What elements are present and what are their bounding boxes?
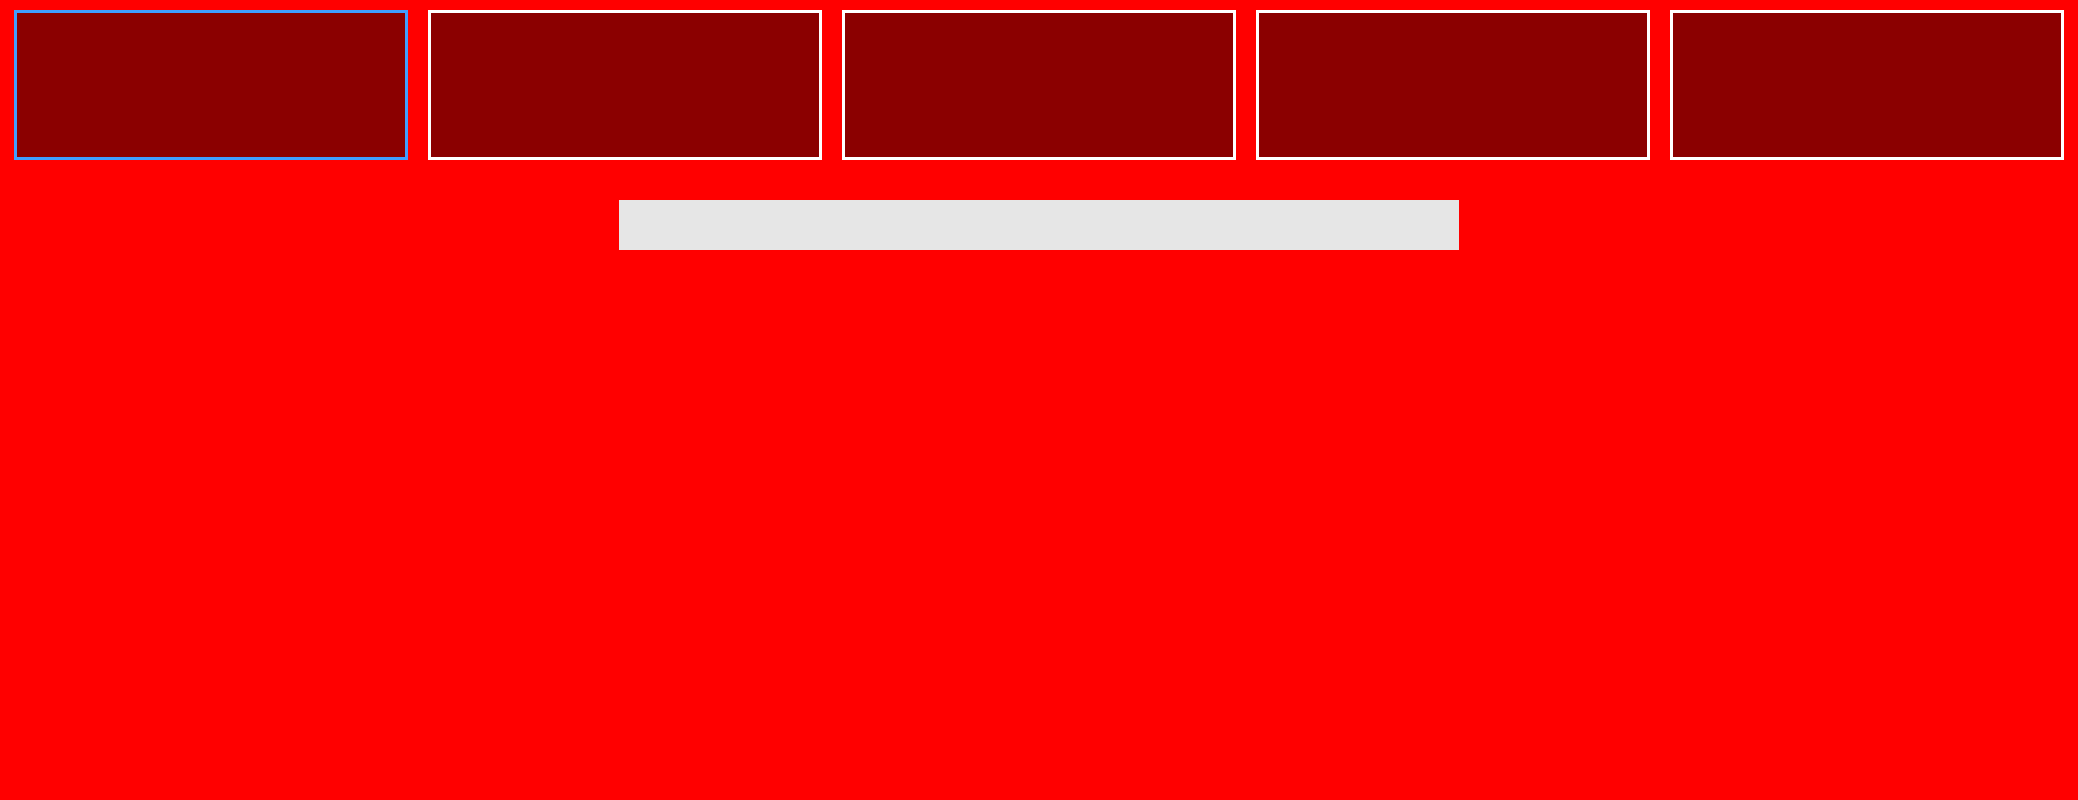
flash-player-32-button[interactable] (14, 10, 408, 160)
flash-player-10-button[interactable] (842, 10, 1236, 160)
flash-player-8-button[interactable] (1670, 10, 2064, 160)
flash-player-11-button[interactable] (428, 10, 822, 160)
progress-bar (619, 200, 1459, 250)
flash-player-9-button[interactable] (1256, 10, 1650, 160)
player-button-row (0, 0, 2078, 160)
